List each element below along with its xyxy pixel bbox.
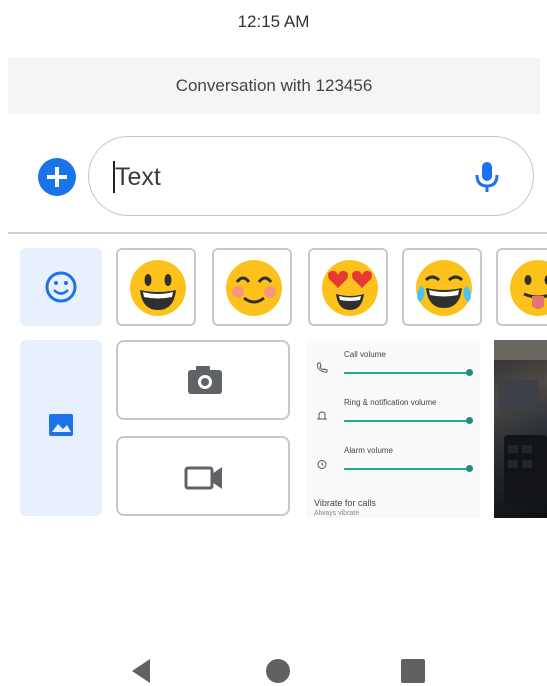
ring-volume-label: Ring & notification volume (344, 398, 437, 407)
conversation-header: Conversation with 123456 (8, 58, 540, 114)
grinning-face-icon (130, 260, 186, 316)
video-button[interactable] (116, 436, 290, 516)
gallery-thumbnail-photo[interactable] (494, 340, 547, 518)
emoji-blushing[interactable] (212, 248, 292, 326)
ring-volume-slider (344, 420, 470, 422)
tab-gallery[interactable] (20, 340, 102, 516)
camera-icon (188, 366, 222, 394)
gallery-thumbnail-settings[interactable]: Call volume Ring & notification volume A… (306, 340, 480, 518)
navigation-bar (0, 640, 547, 686)
alarm-volume-knob (466, 465, 473, 472)
emoji-heart-eyes[interactable] (308, 248, 388, 326)
tab-emoji[interactable] (20, 248, 102, 326)
alarm-clock-icon (317, 460, 327, 469)
alarm-volume-label: Alarm volume (344, 446, 393, 455)
back-triangle-icon[interactable] (128, 656, 158, 686)
compose-field[interactable] (88, 136, 534, 216)
conversation-title: Conversation with 123456 (175, 76, 373, 95)
status-bar: 12:15 AM (0, 0, 547, 44)
vibrate-subtitle: Always vibrate (314, 510, 360, 517)
video-camera-icon (184, 466, 222, 490)
bell-icon (316, 411, 328, 420)
camera-button[interactable] (116, 340, 290, 420)
emoji-grinning[interactable] (116, 248, 196, 326)
vibrate-title: Vibrate for calls (314, 498, 376, 508)
image-gallery-icon (49, 414, 73, 436)
message-input[interactable] (113, 157, 437, 197)
call-volume-knob (466, 369, 473, 376)
tongue-out-face-icon (510, 260, 547, 316)
emoji-tears-of-joy[interactable] (402, 248, 482, 326)
microphone-icon[interactable] (471, 159, 503, 195)
emoji-tongue-out[interactable] (496, 248, 547, 326)
divider (8, 232, 547, 234)
plus-circle-icon (47, 167, 67, 187)
status-time: 12:15 AM (237, 12, 310, 31)
smiling-blushing-face-icon (226, 260, 282, 316)
smiley-icon (45, 271, 77, 303)
photo-content (494, 340, 547, 505)
alarm-volume-slider (344, 468, 470, 470)
recents-square-icon[interactable] (398, 656, 428, 686)
phone-icon (317, 362, 328, 373)
heart-eyes-face-icon (322, 260, 378, 316)
tears-of-joy-face-icon (416, 260, 472, 316)
call-volume-label: Call volume (344, 350, 386, 359)
home-circle-icon[interactable] (263, 656, 293, 686)
call-volume-slider (344, 372, 470, 374)
ring-volume-knob (466, 417, 473, 424)
add-attachment-button[interactable] (38, 158, 76, 196)
